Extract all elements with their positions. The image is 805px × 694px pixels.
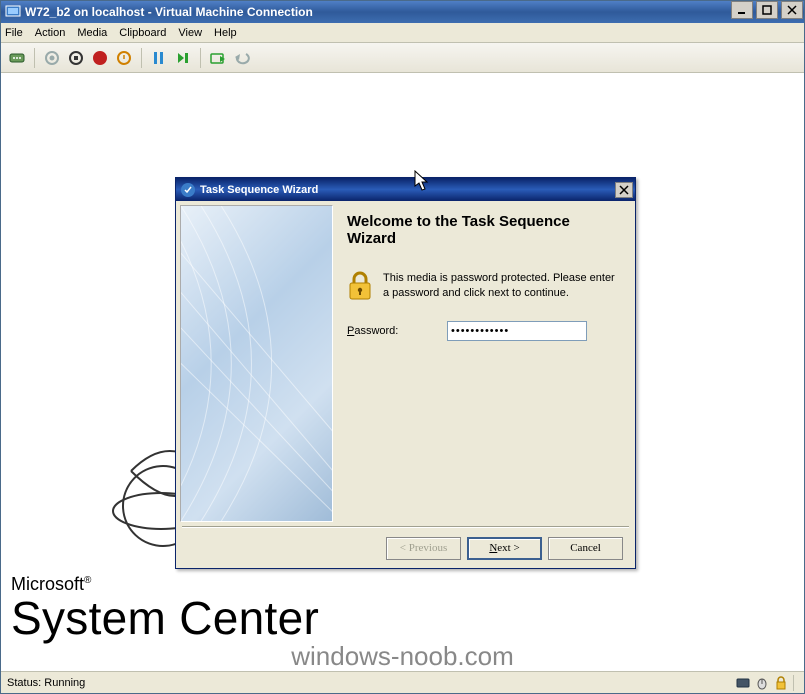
wizard-heading: Welcome to the Task Sequence Wizard <box>347 213 619 247</box>
menu-media[interactable]: Media <box>77 27 107 39</box>
brand-product: System Center <box>11 595 319 641</box>
titlebar: W72_b2 on localhost - Virtual Machine Co… <box>1 1 804 23</box>
minimize-button[interactable] <box>731 1 753 19</box>
menu-view[interactable]: View <box>178 27 202 39</box>
status-text: Status: Running <box>7 677 85 689</box>
security-lock-icon <box>773 675 789 691</box>
statusbar: Status: Running <box>1 671 804 693</box>
password-input[interactable] <box>447 321 587 341</box>
branding: Microsoft® System Center <box>11 574 319 641</box>
menubar: File Action Media Clipboard View Help <box>1 23 804 43</box>
wizard-icon <box>180 182 196 198</box>
wizard-side-image <box>180 205 333 522</box>
cancel-button[interactable]: Cancel <box>548 537 623 560</box>
menu-file[interactable]: File <box>5 27 23 39</box>
reset-button[interactable] <box>173 48 193 68</box>
lock-icon <box>347 271 373 301</box>
wizard-titlebar: Task Sequence Wizard <box>176 178 635 201</box>
next-button[interactable]: Next > <box>467 537 542 560</box>
watermark: windows-noob.com <box>1 641 804 671</box>
vm-app-icon <box>5 4 21 20</box>
menu-action[interactable]: Action <box>35 27 66 39</box>
window-title: W72_b2 on localhost - Virtual Machine Co… <box>25 5 729 19</box>
previous-button: < Previous <box>386 537 461 560</box>
revert-button[interactable] <box>232 48 252 68</box>
mouse-release-icon <box>754 675 770 691</box>
snapshot-button[interactable] <box>208 48 228 68</box>
password-label: Password: <box>347 325 447 337</box>
toolbar <box>1 43 804 73</box>
menu-help[interactable]: Help <box>214 27 237 39</box>
maximize-button[interactable] <box>756 1 778 19</box>
brand-microsoft: Microsoft <box>11 574 84 594</box>
brand-reg: ® <box>84 575 91 586</box>
shutdown-button[interactable] <box>90 48 110 68</box>
close-button[interactable] <box>781 1 803 19</box>
vm-display[interactable]: Microsoft® System Center Task Sequence W… <box>1 73 804 671</box>
save-button[interactable] <box>114 48 134 68</box>
wizard-close-button[interactable] <box>615 182 633 198</box>
start-button[interactable] <box>42 48 62 68</box>
wizard-message: This media is password protected. Please… <box>383 271 619 301</box>
integration-services-icon <box>735 675 751 691</box>
task-sequence-wizard-dialog: Task Sequence Wizard <box>175 177 636 569</box>
menu-clipboard[interactable]: Clipboard <box>119 27 166 39</box>
ctrl-alt-del-button[interactable] <box>7 48 27 68</box>
pause-button[interactable] <box>149 48 169 68</box>
vm-connection-window: W72_b2 on localhost - Virtual Machine Co… <box>0 0 805 694</box>
wizard-title-text: Task Sequence Wizard <box>200 184 318 196</box>
turnoff-button[interactable] <box>66 48 86 68</box>
